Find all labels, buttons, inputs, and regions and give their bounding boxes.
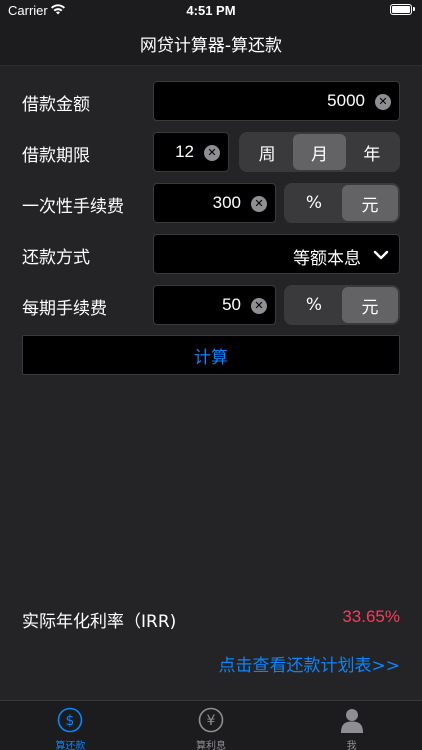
unit-week-option[interactable]: 周 bbox=[241, 134, 293, 170]
unit-yuan-option[interactable]: 元 bbox=[342, 185, 398, 221]
tab-me[interactable]: 我 bbox=[281, 701, 422, 750]
period-fee-value: 50 bbox=[222, 295, 241, 314]
main-content: 借款金额 5000 ✕ 借款期限 12 ✕ 周 月 年 一次性手续费 300 ✕… bbox=[0, 66, 422, 700]
term-value: 12 bbox=[175, 142, 194, 161]
unit-percent-option[interactable]: % bbox=[286, 185, 342, 221]
calculate-button[interactable]: 计算 bbox=[22, 335, 400, 375]
term-input[interactable]: 12 ✕ bbox=[153, 132, 229, 172]
amount-value: 5000 bbox=[327, 91, 365, 110]
chevron-down-icon bbox=[373, 250, 389, 260]
yen-circle-icon: ¥ bbox=[198, 707, 224, 733]
irr-label: 实际年化利率（IRR) bbox=[22, 612, 177, 632]
term-row: 借款期限 12 ✕ 周 月 年 bbox=[0, 132, 422, 172]
repayment-schedule-link[interactable]: 点击查看还款计划表>> bbox=[219, 651, 401, 676]
tab-bar: $ 算还款 ¥ 算利息 我 bbox=[0, 700, 422, 750]
one-time-fee-value: 300 bbox=[212, 193, 241, 212]
amount-input[interactable]: 5000 ✕ bbox=[153, 81, 400, 121]
method-label: 还款方式 bbox=[22, 248, 90, 268]
status-bar: Carrier 4:51 PM bbox=[0, 0, 422, 22]
dollar-circle-icon: $ bbox=[58, 707, 83, 733]
tab-label: 算还款 bbox=[55, 741, 86, 750]
one-time-fee-unit-segment: % 元 bbox=[284, 183, 400, 223]
unit-month-option[interactable]: 月 bbox=[293, 134, 346, 170]
amount-row: 借款金额 5000 ✕ bbox=[0, 81, 422, 121]
page-title: 网贷计算器-算还款 bbox=[139, 36, 283, 56]
one-time-fee-input[interactable]: 300 ✕ bbox=[153, 183, 276, 223]
status-time: 4:51 PM bbox=[186, 3, 236, 18]
clear-icon[interactable]: ✕ bbox=[251, 298, 267, 314]
one-time-fee-label: 一次性手续费 bbox=[22, 197, 124, 217]
irr-value: 33.65% bbox=[342, 607, 400, 626]
one-time-fee-row: 一次性手续费 300 ✕ % 元 bbox=[0, 183, 422, 223]
method-row: 还款方式 等额本息 bbox=[0, 234, 422, 274]
period-fee-row: 每期手续费 50 ✕ % 元 bbox=[0, 285, 422, 325]
period-fee-input[interactable]: 50 ✕ bbox=[153, 285, 276, 325]
svg-text:$: $ bbox=[66, 713, 75, 729]
svg-text:¥: ¥ bbox=[207, 713, 216, 729]
tab-label: 算利息 bbox=[196, 741, 226, 750]
tab-label: 我 bbox=[346, 741, 357, 750]
tab-interest[interactable]: ¥ 算利息 bbox=[141, 701, 282, 750]
method-value: 等额本息 bbox=[293, 249, 361, 268]
person-icon bbox=[340, 709, 363, 733]
nav-bar: 网贷计算器-算还款 bbox=[0, 22, 422, 66]
term-label: 借款期限 bbox=[22, 146, 90, 166]
amount-label: 借款金额 bbox=[22, 95, 90, 115]
clear-icon[interactable]: ✕ bbox=[375, 94, 391, 110]
tab-repayment[interactable]: $ 算还款 bbox=[0, 701, 141, 750]
unit-year-option[interactable]: 年 bbox=[346, 134, 398, 170]
term-unit-segment: 周 月 年 bbox=[239, 132, 400, 172]
clear-icon[interactable]: ✕ bbox=[204, 145, 220, 161]
clear-icon[interactable]: ✕ bbox=[251, 196, 267, 212]
method-select[interactable]: 等额本息 bbox=[153, 234, 400, 274]
unit-yuan-option[interactable]: 元 bbox=[342, 287, 398, 323]
period-fee-unit-segment: % 元 bbox=[284, 285, 400, 325]
battery-icon bbox=[390, 4, 415, 15]
unit-percent-option[interactable]: % bbox=[286, 287, 342, 323]
period-fee-label: 每期手续费 bbox=[22, 299, 107, 319]
